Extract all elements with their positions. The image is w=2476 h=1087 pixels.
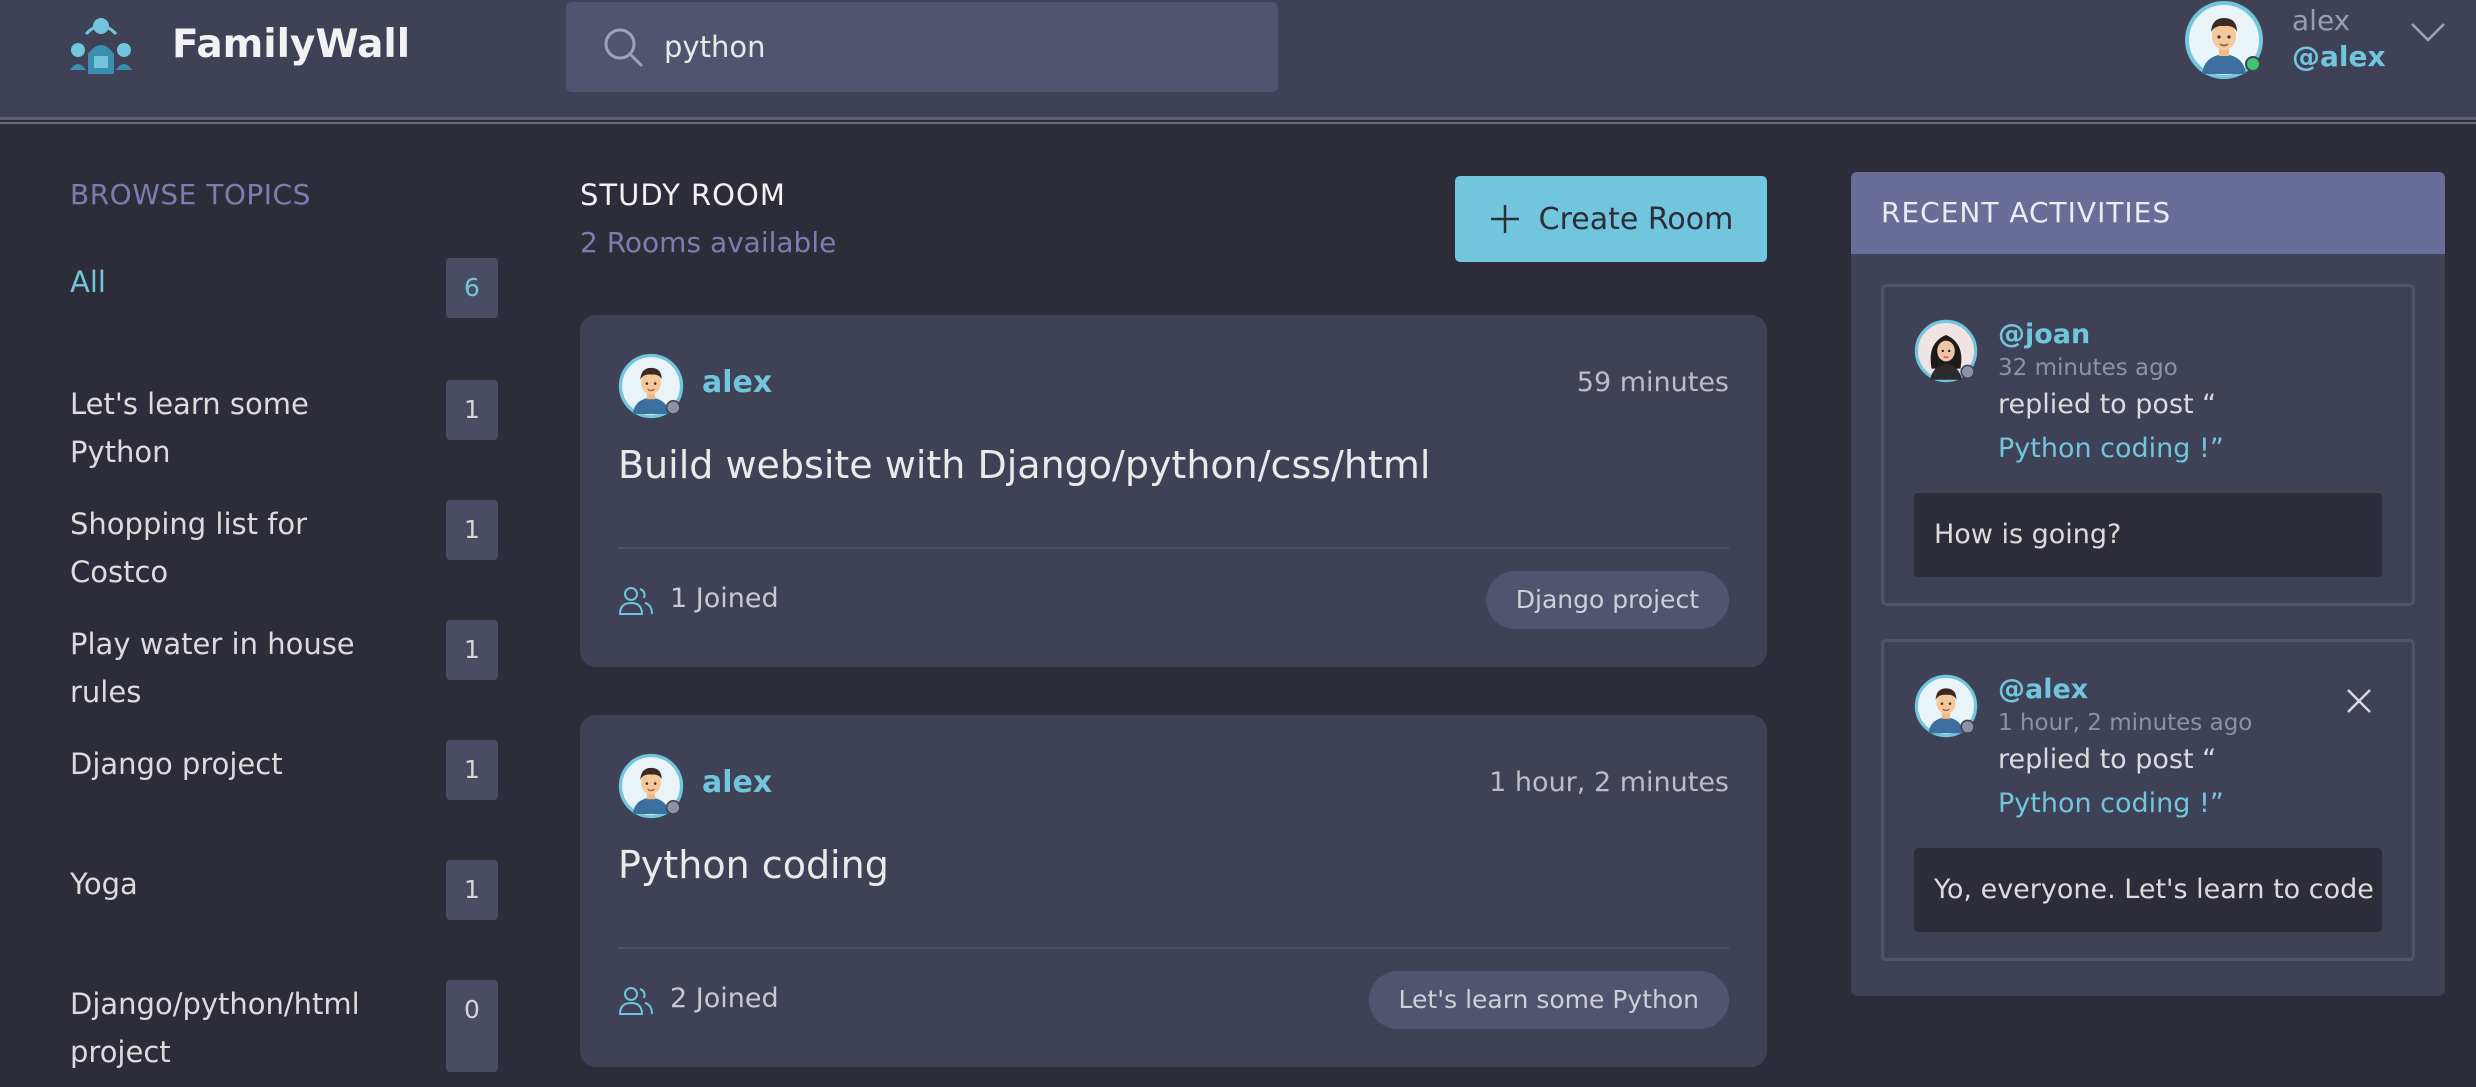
host-name[interactable]: alex (702, 765, 772, 800)
host-name[interactable]: alex (702, 365, 772, 400)
create-room-button[interactable]: Create Room (1455, 176, 1767, 262)
search-input[interactable] (664, 2, 1244, 92)
topic-all[interactable]: All 6 (70, 258, 498, 318)
topic-item[interactable]: Django project 1 (70, 740, 498, 800)
create-room-label: Create Room (1538, 201, 1734, 237)
activity-handle[interactable]: @joan (1998, 319, 2090, 350)
joined-count: 2 Joined (670, 983, 779, 1014)
activity-item: @alex 1 hour, 2 minutes ago replied to p… (1881, 639, 2415, 961)
topic-item[interactable]: Shopping list for Costco 1 (70, 500, 498, 596)
activity-post-link[interactable]: Python coding !” (1998, 433, 2224, 464)
topic-label: Yoga (70, 867, 138, 901)
room-topic-tag[interactable]: Django project (1485, 571, 1729, 629)
users-icon (618, 587, 653, 615)
topic-count: 0 (446, 980, 498, 1072)
plus-icon (1490, 205, 1519, 233)
activity-avatar[interactable] (1914, 319, 1978, 383)
room-title[interactable]: Python coding (618, 843, 889, 887)
room-card[interactable]: alex 59 minutes Build website with Djang… (580, 315, 1767, 667)
users-icon (618, 987, 653, 1015)
topic-label: All (70, 265, 106, 299)
family-logo-icon[interactable] (66, 14, 136, 80)
activity-time: 1 hour, 2 minutes ago (1998, 710, 2253, 736)
user-name[interactable]: alex (2292, 4, 2350, 37)
search-box[interactable] (566, 2, 1278, 92)
chevron-down-icon[interactable] (2410, 20, 2446, 44)
activity-post-link[interactable]: Python coding !” (1998, 788, 2224, 819)
room-card[interactable]: alex 1 hour, 2 minutes Python coding 2 J… (580, 715, 1767, 1067)
study-room-heading: STUDY ROOM (580, 178, 786, 212)
user-avatar[interactable] (2184, 0, 2264, 80)
topic-label: Shopping list for Costco (70, 507, 308, 589)
search-icon (604, 28, 644, 68)
room-title[interactable]: Build website with Django/python/css/htm… (618, 443, 1430, 487)
activity-item: @joan 32 minutes ago replied to post “ P… (1881, 284, 2415, 606)
topic-label: Play water in house rules (70, 627, 355, 709)
topic-item[interactable]: Play water in house rules 1 (70, 620, 498, 716)
close-icon[interactable] (2344, 686, 2374, 716)
recent-activities-panel: RECENT ACTIVITIES @joan 32 minutes ago r… (1851, 172, 2445, 996)
host-avatar[interactable] (618, 353, 684, 419)
card-divider (618, 947, 1729, 949)
topic-label: Django/python/html project (70, 987, 360, 1069)
activity-time: 32 minutes ago (1998, 355, 2178, 381)
topic-count: 1 (446, 860, 498, 920)
joined-count: 1 Joined (670, 583, 779, 614)
room-time: 1 hour, 2 minutes (1489, 767, 1729, 798)
rooms-available: 2 Rooms available (580, 226, 837, 259)
topic-count: 1 (446, 380, 498, 440)
topic-label: Let's learn some Python (70, 387, 309, 469)
topic-item[interactable]: Let's learn some Python 1 (70, 380, 498, 476)
user-handle[interactable]: @alex (2292, 40, 2386, 73)
card-divider (618, 547, 1729, 549)
brand-name[interactable]: FamilyWall (172, 22, 410, 67)
activity-text: replied to post “ (1998, 389, 2217, 420)
topic-label: Django project (70, 747, 283, 781)
browse-topics-title: BROWSE TOPICS (70, 178, 311, 211)
activity-message: Yo, everyone. Let's learn to code (1914, 848, 2382, 932)
topic-count: 1 (446, 740, 498, 800)
topic-count: 6 (446, 258, 498, 318)
activity-text: replied to post “ (1998, 744, 2217, 775)
host-avatar[interactable] (618, 753, 684, 819)
topic-count: 1 (446, 500, 498, 560)
activity-message: How is going? (1914, 493, 2382, 577)
topic-count: 1 (446, 620, 498, 680)
room-time: 59 minutes (1576, 367, 1729, 398)
activity-avatar[interactable] (1914, 674, 1978, 738)
recent-activities-title: RECENT ACTIVITIES (1851, 172, 2445, 254)
top-header: FamilyWall alex @alex (0, 0, 2476, 124)
topic-item[interactable]: Yoga 1 (70, 860, 498, 920)
topic-item[interactable]: Django/python/html project 0 (70, 980, 498, 1076)
room-topic-tag[interactable]: Let's learn some Python (1368, 971, 1729, 1029)
activity-handle[interactable]: @alex (1998, 674, 2088, 705)
